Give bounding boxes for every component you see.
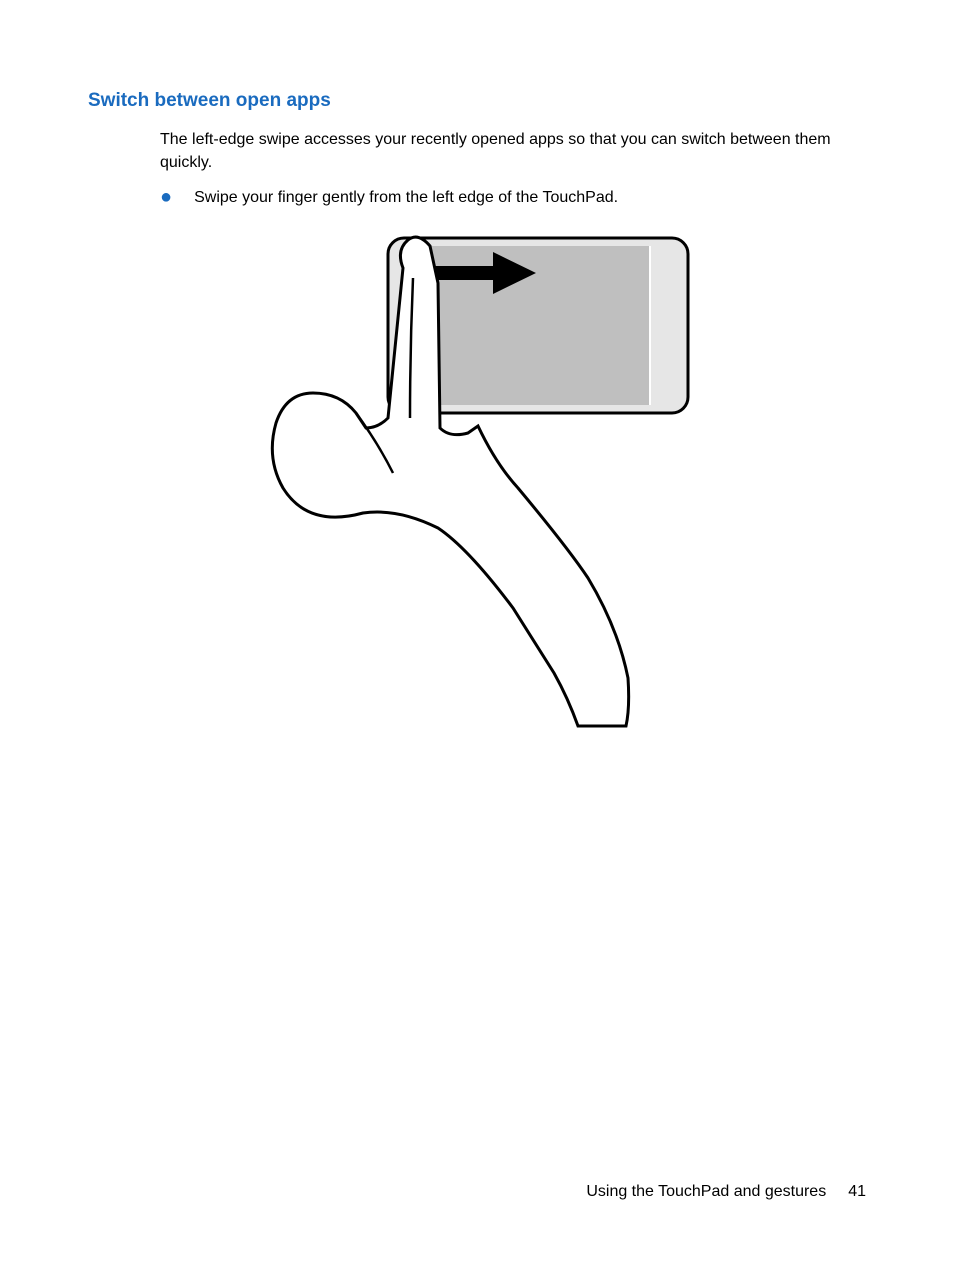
bullet-text: Swipe your finger gently from the left e… <box>194 186 618 209</box>
intro-paragraph: The left-edge swipe accesses your recent… <box>160 128 866 174</box>
bullet-dot-icon: ● <box>160 186 172 208</box>
touchpad-swipe-icon <box>258 228 698 728</box>
page-footer: Using the TouchPad and gestures 41 <box>586 1183 866 1201</box>
bullet-item: ● Swipe your finger gently from the left… <box>160 186 866 209</box>
footer-section-title: Using the TouchPad and gestures <box>586 1183 826 1201</box>
section-heading: Switch between open apps <box>88 90 866 112</box>
swipe-gesture-illustration <box>258 228 866 733</box>
footer-page-number: 41 <box>848 1183 866 1201</box>
